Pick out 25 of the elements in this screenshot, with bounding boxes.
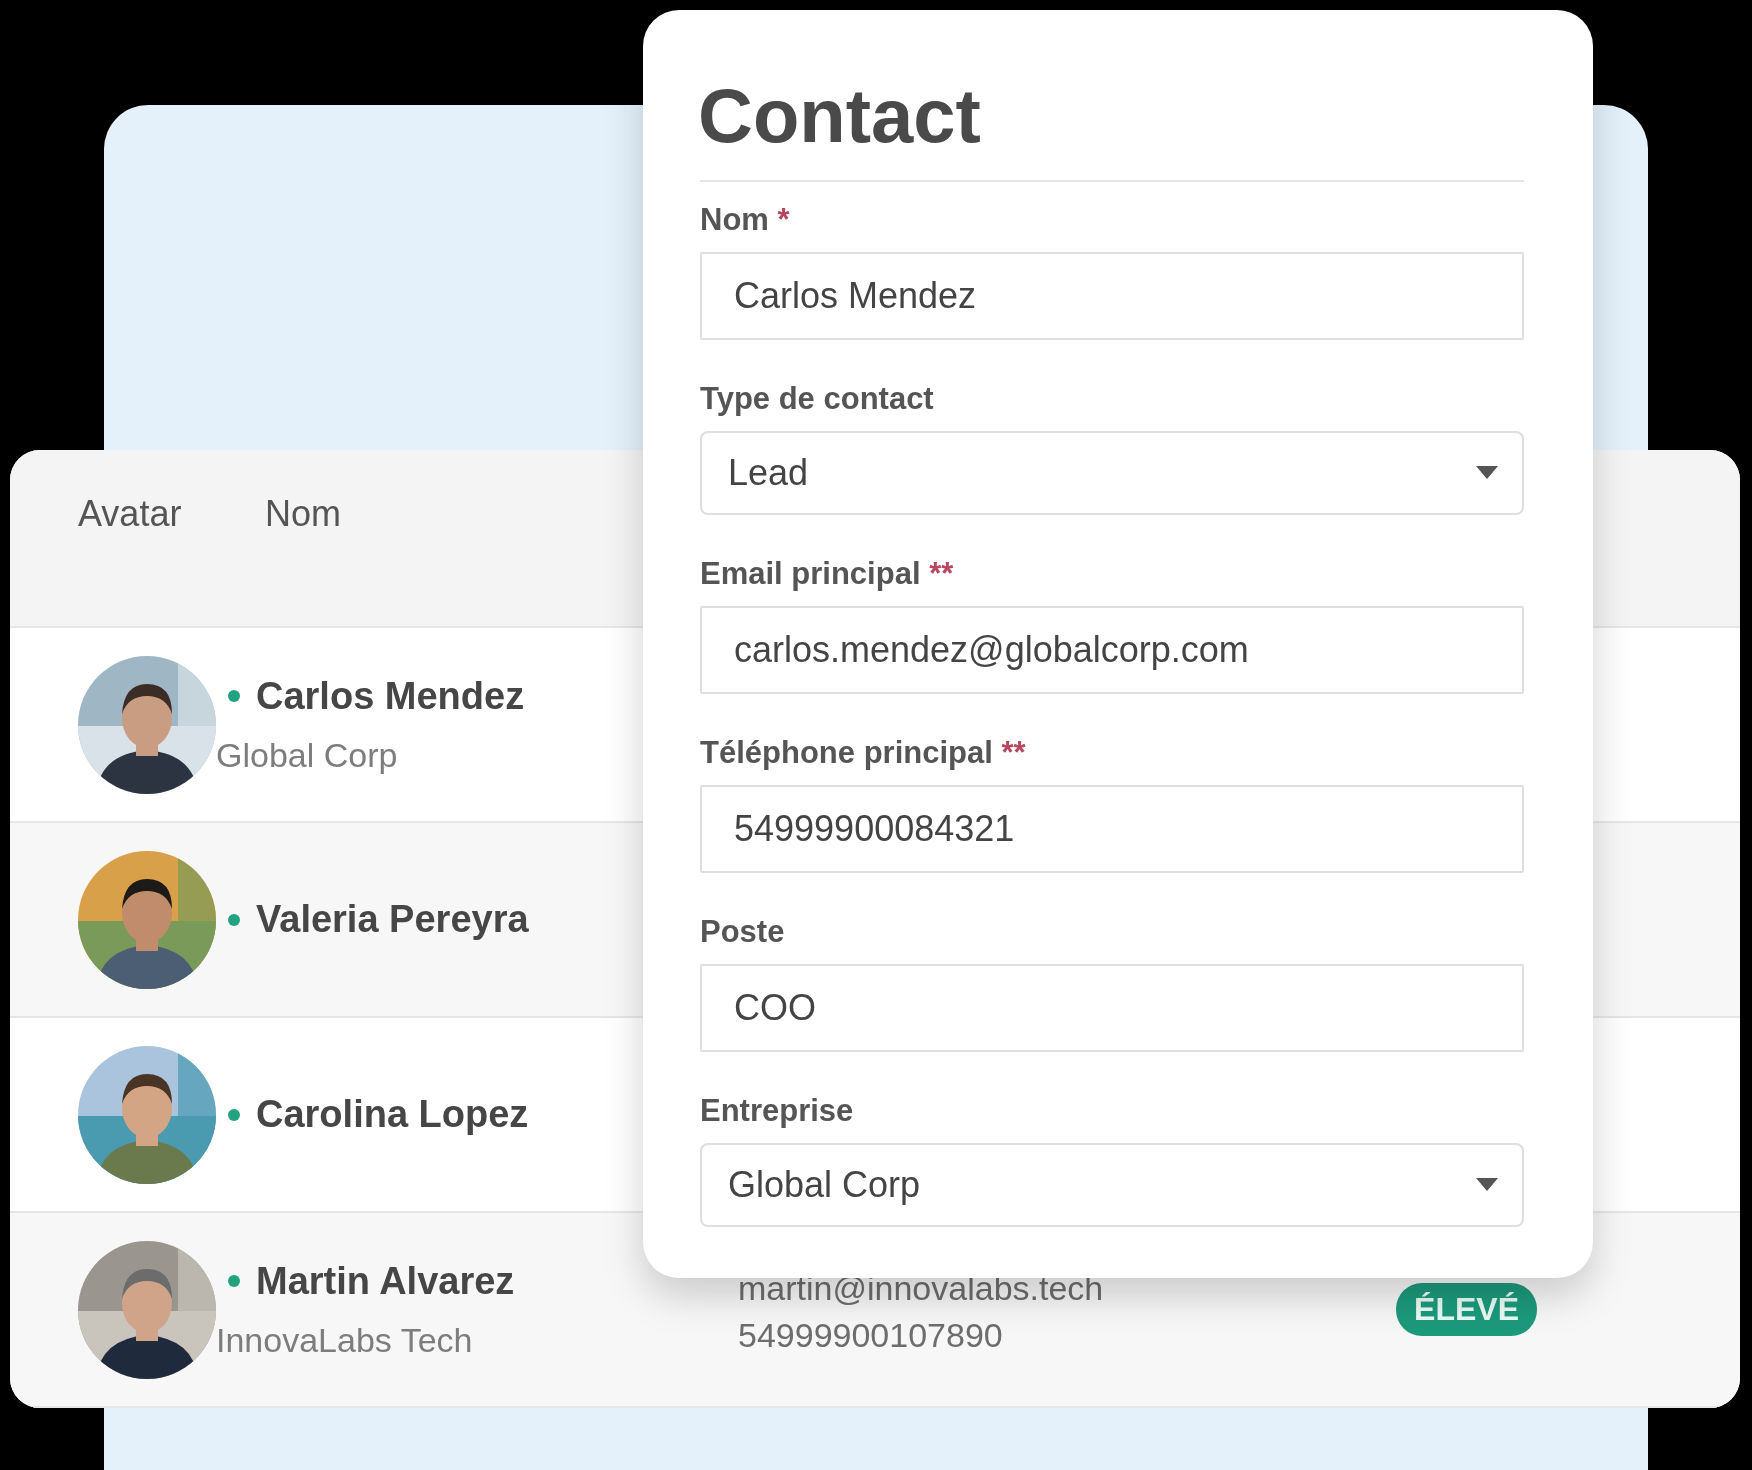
caret-icon bbox=[1476, 1178, 1498, 1192]
contact-name: Valeria Pereyra bbox=[256, 898, 529, 941]
contact-name: Martin Alvarez bbox=[256, 1259, 515, 1303]
input-field[interactable]: COO bbox=[700, 963, 1524, 1052]
field-label: Poste bbox=[700, 913, 785, 950]
contact-email: martin@innovalabs.tech bbox=[738, 1268, 1105, 1308]
field-label: Entreprise bbox=[700, 1092, 854, 1129]
field-label: Téléphone principal ** bbox=[700, 734, 1026, 771]
select-field[interactable]: Global Corp bbox=[700, 1142, 1524, 1227]
column-header: Avatar bbox=[78, 493, 182, 535]
field-label: Nom * bbox=[700, 201, 790, 238]
select-field[interactable]: Lead bbox=[700, 430, 1524, 515]
company-name: InnovaLabs Tech bbox=[216, 1320, 474, 1360]
field-label: Type de contact bbox=[700, 380, 934, 417]
input-field[interactable]: carlos.mendez@globalcorp.com bbox=[700, 605, 1524, 694]
input-field[interactable]: Carlos Mendez bbox=[700, 251, 1524, 340]
contact-phone: 54999900107890 bbox=[738, 1315, 1004, 1355]
input-field[interactable]: 54999900084321 bbox=[700, 784, 1524, 873]
field-label: Email principal ** bbox=[700, 555, 954, 592]
contact-name: Carlos Mendez bbox=[256, 674, 525, 718]
column-header: Nom bbox=[265, 493, 341, 535]
priority-badge: ÉLEVÉ bbox=[1396, 1283, 1537, 1336]
dialog-title: Contact bbox=[698, 74, 981, 158]
contact-name: Carolina Lopez bbox=[256, 1093, 529, 1136]
caret-icon bbox=[1476, 466, 1498, 480]
